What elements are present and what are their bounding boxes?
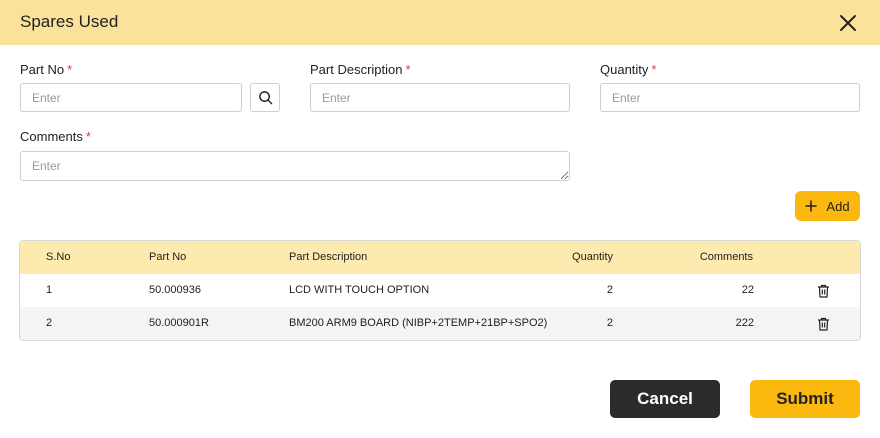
part-no-label-text: Part No [20,62,65,77]
cell-comments: 22 [741,284,754,296]
part-search-button[interactable] [250,83,280,112]
column-header-sno: S.No [46,251,71,263]
table-header: S.No Part No Part Description Quantity C… [20,241,860,274]
cancel-button[interactable]: Cancel [610,380,720,418]
required-marker: * [67,62,73,77]
cell-sno: 1 [46,284,53,296]
spares-table: S.No Part No Part Description Quantity C… [19,240,861,341]
dialog-header: Spares Used [0,0,880,45]
add-button-label: Add [826,198,850,214]
required-marker: * [405,62,411,77]
dialog-title: Spares Used [20,12,119,31]
cell-description: LCD WITH TOUCH OPTION [289,284,430,296]
part-no-input[interactable] [20,83,242,112]
table-row: 1 50.000936 LCD WITH TOUCH OPTION 2 22 [20,274,860,307]
cell-part-no: 50.000936 [149,284,201,296]
quantity-label: Quantity * [600,62,656,77]
part-no-label: Part No * [20,62,72,77]
part-description-label: Part Description * [310,62,411,77]
part-description-label-text: Part Description [310,62,403,77]
comments-label: Comments * [20,129,91,144]
comments-textarea[interactable] [20,151,570,181]
search-icon [258,91,272,105]
required-marker: * [85,129,91,144]
cell-comments: 222 [735,317,754,329]
column-header-part-description: Part Description [289,251,368,263]
close-icon[interactable] [836,11,860,35]
quantity-input[interactable] [600,83,860,112]
column-header-part-no: Part No [149,251,187,263]
table-row: 2 50.000901R BM200 ARM9 BOARD (NIBP+2TEM… [20,307,860,340]
trash-icon[interactable] [817,317,830,331]
cell-quantity: 2 [606,284,613,296]
comments-label-text: Comments [20,129,83,144]
trash-icon[interactable] [817,284,830,298]
column-header-comments: Comments [699,251,753,263]
add-button[interactable]: Add [795,191,860,221]
plus-icon [805,200,818,212]
required-marker: * [651,62,657,77]
column-header-quantity: Quantity [572,251,613,263]
part-description-input[interactable] [310,83,570,112]
cell-part-no: 50.000901R [149,317,209,329]
cell-quantity: 2 [606,317,613,329]
cell-description: BM200 ARM9 BOARD (NIBP+2TEMP+21BP+SPO2) [289,317,548,329]
quantity-label-text: Quantity [600,62,649,77]
submit-button[interactable]: Submit [750,380,860,418]
cell-sno: 2 [46,317,53,329]
